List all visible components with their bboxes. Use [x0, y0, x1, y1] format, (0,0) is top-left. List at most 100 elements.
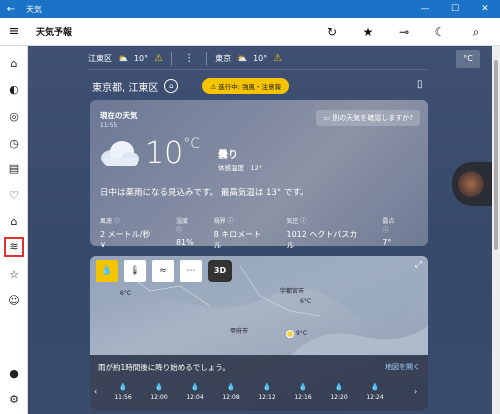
maximize-icon[interactable]: ☐: [440, 0, 470, 18]
info-icon[interactable]: ⓘ: [228, 218, 234, 225]
metric-pressure: 気圧 ⓘ 1012 ヘクトパスカル: [287, 216, 365, 251]
favorites-icon[interactable]: ☆: [4, 265, 24, 285]
metric-label: 露点: [382, 218, 395, 225]
weather-map-card: 💧 🌡 ≈ ⋯ 3D ⤢ 宇都宮市 6°C 6°C 甲府市 9°C 雨が約1時間…: [90, 256, 428, 411]
metric-label: 風速: [100, 218, 113, 225]
charts-icon[interactable]: ≋: [4, 237, 24, 257]
saved-location-name: 江東区: [88, 54, 112, 63]
metric-label: 視界: [213, 218, 226, 225]
metric-dewpoint: 露点 ⓘ 7°: [382, 216, 402, 251]
timeline-time[interactable]: 12:12: [252, 394, 282, 401]
timeline-time[interactable]: 12:24: [360, 394, 390, 401]
app-title: 天気予報: [36, 28, 73, 38]
scrollbar-thumb[interactable]: [494, 60, 498, 250]
info-icon[interactable]: ⓘ: [382, 227, 388, 234]
temperature-layer-icon[interactable]: 🌡: [124, 260, 146, 282]
location-row: 東京都, 江東区 ⌂ ⚠ 進行中: 強風・注意報: [92, 78, 290, 94]
temperature-unit: °C: [183, 136, 200, 152]
dark-mode-moon-icon[interactable]: ☾: [422, 25, 458, 39]
rain-timeline: ‹ 💧 11:56 💧 12:00 💧 12:04 💧 12:08 💧 12:12 💧 12…: [94, 383, 424, 407]
more-layers-icon[interactable]: ⋯: [180, 260, 202, 282]
minimize-icon[interactable]: —: [410, 0, 440, 18]
history-icon[interactable]: ◷: [4, 134, 24, 154]
info-icon[interactable]: ⓘ: [176, 227, 182, 234]
window-title: 天気: [26, 4, 42, 14]
metric-label: 湿度: [175, 218, 188, 225]
metric-value[interactable]: 2 メートル/秒 ∨: [100, 229, 158, 249]
saved-location-tokyo[interactable]: 東京 ⛅ 10° ⚠: [215, 53, 282, 64]
raindrop-icon: 💧: [298, 383, 308, 391]
timeline-time[interactable]: 12:00: [144, 394, 174, 401]
warning-icon: ⚠: [154, 53, 164, 64]
saved-location-temp: 10°: [133, 54, 149, 63]
title-bar: ← 天気 — ☐ ✕: [0, 0, 500, 18]
metric-value: 7°: [382, 238, 392, 247]
location-name: 東京都, 江東区: [92, 82, 159, 94]
timeline-time[interactable]: 11:56: [108, 394, 138, 401]
device-icon[interactable]: ▯: [417, 79, 423, 90]
timeline-time[interactable]: 12:20: [324, 394, 354, 401]
metric-value: 8 キロメートル: [213, 230, 262, 250]
chat-icon: ▭: [323, 114, 333, 122]
timeline-prev-icon[interactable]: ‹: [94, 387, 97, 396]
map-toolbar: 💧 🌡 ≈ ⋯ 3D: [96, 260, 232, 282]
feedback-text: 別の天気を確認しますか?: [332, 114, 413, 122]
radar-orb-icon: [458, 171, 484, 197]
timeline-time[interactable]: 12:08: [216, 394, 246, 401]
side-panel-thumbnail[interactable]: [452, 162, 492, 206]
raindrop-icon: 💧: [334, 383, 344, 391]
metric-label: 気圧: [286, 218, 299, 225]
metric-visibility: 視界 ⓘ 8 キロメートル: [214, 216, 269, 251]
news-icon[interactable]: ◎: [4, 107, 24, 127]
saved-location-koto[interactable]: 江東区 ⛅ 10° ⚠: [88, 53, 163, 64]
current-weather-title: 現在の天気: [100, 111, 138, 120]
maps-icon[interactable]: ♡: [4, 186, 24, 206]
map-rain-panel: 雨が約1時間後に降り始めるでしょう。 地図を開く ‹ 💧 11:56 💧 12:00…: [90, 355, 428, 411]
raindrop-icon: 💧: [190, 383, 200, 391]
metric-humidity: 湿度 ⓘ 81%: [176, 216, 196, 251]
cloud-icon: [101, 141, 139, 166]
map-location-marker[interactable]: [286, 330, 294, 338]
feedback-button[interactable]: ▭ 別の天気を確認しますか?: [316, 110, 420, 126]
raindrop-icon: 💧: [154, 383, 164, 391]
timeline-time[interactable]: 12:16: [288, 394, 318, 401]
calendar-icon[interactable]: ▤: [4, 159, 24, 179]
back-arrow-icon[interactable]: ←: [0, 4, 22, 15]
info-icon[interactable]: ⓘ: [114, 218, 120, 225]
timeline-next-icon[interactable]: ›: [414, 387, 417, 396]
divider: [171, 51, 173, 66]
current-weather-card: 現在の天気 11:55 ▭ 別の天気を確認しますか? 10°C 曇り 体感温度 …: [90, 100, 428, 250]
saved-locations-strip: 江東区 ⛅ 10° ⚠ ⋮ 東京 ⛅ 10° ⚠: [88, 48, 428, 70]
metric-value: 1012 ヘクトパスカル: [286, 230, 358, 250]
timeline-time[interactable]: 12:04: [180, 394, 210, 401]
info-icon[interactable]: ⓘ: [300, 218, 306, 225]
raindrop-icon: 💧: [262, 383, 272, 391]
forecast-icon[interactable]: ◐: [4, 80, 24, 100]
home-icon[interactable]: ⌂: [4, 54, 24, 74]
precipitation-layer-icon[interactable]: 💧: [96, 260, 118, 282]
open-map-link[interactable]: 地図を開く: [385, 362, 420, 372]
alert-badge[interactable]: ⚠ 進行中: 強風・注意報: [202, 78, 290, 94]
more-options-icon[interactable]: ⋮: [184, 53, 194, 64]
hamburger-menu-icon[interactable]: ≡: [0, 24, 28, 39]
feedback-icon[interactable]: ☺: [4, 291, 24, 311]
pin-icon[interactable]: ⊸: [386, 25, 422, 39]
home-pin-icon[interactable]: ⌂: [164, 79, 179, 93]
vertical-scrollbar[interactable]: [492, 46, 500, 414]
alert-text: 進行中: 強風・注意報: [218, 83, 282, 91]
map-temp-label: 9°C: [296, 330, 308, 337]
3d-toggle-button[interactable]: 3D: [208, 260, 232, 282]
settings-icon[interactable]: ⚙: [4, 390, 24, 410]
wind-layer-icon[interactable]: ≈: [152, 260, 174, 282]
home-location-icon[interactable]: ⌂: [4, 212, 24, 232]
account-icon[interactable]: ●: [4, 364, 24, 384]
raindrop-icon: 💧: [118, 383, 128, 391]
search-icon[interactable]: ⌕: [458, 25, 494, 40]
favorite-star-icon[interactable]: ★: [350, 25, 386, 39]
expand-map-icon[interactable]: ⤢: [415, 260, 422, 270]
refresh-icon[interactable]: ↻: [314, 25, 350, 39]
close-icon[interactable]: ✕: [470, 0, 500, 18]
raindrop-icon: 💧: [370, 383, 380, 391]
raindrop-icon: 💧: [226, 383, 236, 391]
unit-toggle-button[interactable]: °C: [456, 50, 480, 68]
